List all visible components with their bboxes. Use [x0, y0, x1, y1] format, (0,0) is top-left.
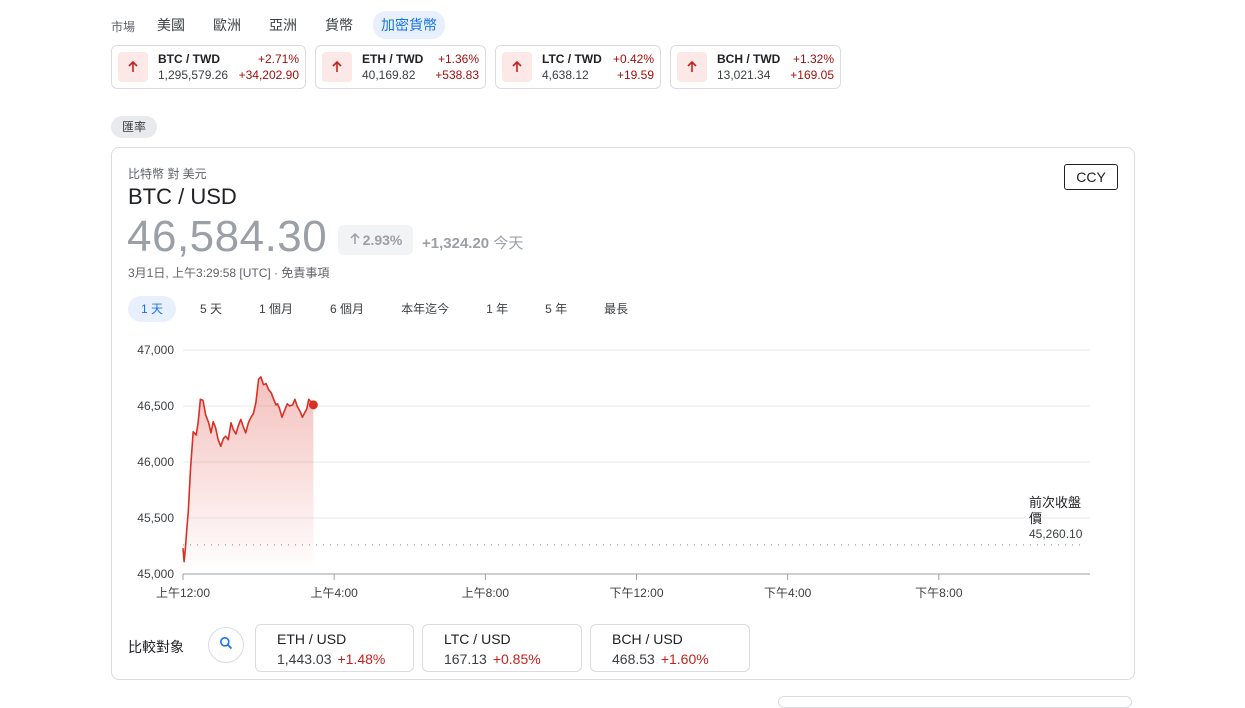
- ticker-price: 40,169.82: [362, 68, 416, 82]
- y-tick-label: 46,000: [137, 455, 174, 469]
- ticker-symbol: BTC / TWD: [158, 52, 220, 66]
- tab-crypto[interactable]: 加密貨幣: [373, 11, 446, 39]
- range-tab-5y[interactable]: 5 年: [532, 296, 580, 322]
- tab-currencies[interactable]: 貨幣: [317, 11, 361, 39]
- pair-subtitle: 比特幣 對 美元: [128, 167, 207, 181]
- absolute-change: +1,324.20 今天: [422, 232, 523, 253]
- compare-percent: +1.48%: [337, 651, 386, 667]
- next-card-edge: [778, 696, 1132, 708]
- compare-percent: +1.60%: [660, 651, 709, 667]
- ticker-percent: +2.71%: [257, 52, 299, 66]
- ticker-price: 4,638.12: [542, 68, 589, 82]
- compare-price: 468.53: [612, 651, 655, 667]
- quote-card: 比特幣 對 美元 BTC / USD CCY 46,584.30 2.93% +…: [111, 147, 1135, 680]
- compare-label: 比較對象: [128, 639, 184, 655]
- tab-asia[interactable]: 亞洲: [261, 11, 305, 39]
- compare-percent: +0.85%: [492, 651, 541, 667]
- compare-values: 468.53 +1.60%: [612, 648, 749, 670]
- ticker-percent: +1.32%: [792, 52, 834, 66]
- arrow-up-icon: [118, 52, 148, 82]
- ccy-button[interactable]: CCY: [1064, 164, 1118, 190]
- price-chart[interactable]: 47,000 46,500 46,000 45,500 45,000 上午12:00 上午4…: [112, 333, 1134, 603]
- change-value: +1,324.20: [422, 235, 490, 252]
- compare-card-eth-usd[interactable]: ETH / USD 1,443.03 +1.48%: [255, 624, 414, 672]
- pair-title: BTC / USD: [128, 184, 237, 209]
- range-tab-max[interactable]: 最長: [591, 296, 641, 322]
- compare-values: 1,443.03 +1.48%: [277, 648, 413, 670]
- ticker-symbol: BCH / TWD: [717, 52, 781, 66]
- tab-us[interactable]: 美國: [149, 11, 193, 39]
- ticker-change: +538.83: [435, 68, 479, 82]
- market-tabs: 市場 美國 歐洲 亞洲 貨幣 加密貨幣: [111, 11, 457, 39]
- tab-europe[interactable]: 歐洲: [205, 11, 249, 39]
- ticker-percent: +1.36%: [437, 52, 479, 66]
- ticker-percent: +0.42%: [612, 52, 654, 66]
- last-price-dot: [308, 400, 318, 410]
- y-tick-label: 45,000: [137, 567, 174, 581]
- range-tab-1d[interactable]: 1 天: [128, 296, 177, 322]
- ticker-symbol: ETH / TWD: [362, 52, 424, 66]
- ticker-card-bch-twd[interactable]: BCH / TWD 13,021.34 +1.32% +169.05: [670, 45, 841, 89]
- ticker-symbol: LTC / TWD: [542, 52, 602, 66]
- compare-symbol: BCH / USD: [612, 631, 683, 647]
- arrow-up-icon: [677, 52, 707, 82]
- current-price: 46,584.30: [127, 212, 328, 261]
- range-tab-ytd[interactable]: 本年迄今: [388, 296, 462, 322]
- x-tick-label: 下午4:00: [764, 586, 812, 600]
- search-icon: [219, 636, 233, 655]
- range-tab-6m[interactable]: 6 個月: [317, 296, 377, 322]
- ticker-card-btc-twd[interactable]: BTC / TWD 1,295,579.26 +2.71% +34,202.90: [111, 45, 306, 89]
- compare-price: 167.13: [444, 651, 487, 667]
- x-tick-label: 下午8:00: [915, 586, 963, 600]
- change-suffix: 今天: [493, 235, 524, 252]
- compare-card-ltc-usd[interactable]: LTC / USD 167.13 +0.85%: [422, 624, 582, 672]
- ticker-change: +19.59: [616, 68, 654, 82]
- markets-label: 市場: [111, 19, 136, 34]
- arrow-up-icon: [349, 232, 361, 248]
- compare-search-button[interactable]: [208, 627, 244, 663]
- exchange-rate-chip[interactable]: 匯率: [111, 116, 158, 138]
- y-tick-label: 45,500: [137, 511, 174, 525]
- compare-symbol: ETH / USD: [277, 631, 347, 647]
- range-tab-1m[interactable]: 1 個月: [246, 296, 306, 322]
- ticker-change: +34,202.90: [238, 68, 299, 82]
- y-tick-label: 47,000: [137, 343, 174, 357]
- range-tab-1y[interactable]: 1 年: [473, 296, 521, 322]
- compare-values: 167.13 +0.85%: [444, 648, 581, 670]
- range-tab-5d[interactable]: 5 天: [187, 296, 235, 322]
- compare-symbol: LTC / USD: [444, 631, 511, 647]
- ticker-price: 1,295,579.26: [158, 68, 229, 82]
- quote-timestamp: 3月1日, 上午3:29:58 [UTC] · 免責事項: [128, 266, 330, 280]
- ticker-change: +169.05: [790, 68, 834, 82]
- x-tick-label: 上午4:00: [310, 586, 358, 600]
- previous-close-label: 前次收盤價: [1029, 495, 1081, 526]
- x-tick-label: 上午8:00: [462, 586, 510, 600]
- ticker-card-eth-twd[interactable]: ETH / TWD 40,169.82 +1.36% +538.83: [315, 45, 486, 89]
- ticker-price: 13,021.34: [717, 68, 771, 82]
- arrow-up-icon: [502, 52, 532, 82]
- x-tick-label: 上午12:00: [156, 586, 210, 600]
- ticker-strip: BTC / TWD 1,295,579.26 +2.71% +34,202.90…: [111, 45, 850, 89]
- ticker-card-ltc-twd[interactable]: LTC / TWD 4,638.12 +0.42% +19.59: [495, 45, 661, 89]
- x-tick-label: 下午12:00: [609, 586, 663, 600]
- compare-price: 1,443.03: [277, 651, 332, 667]
- y-tick-label: 46,500: [137, 399, 174, 413]
- compare-card-bch-usd[interactable]: BCH / USD 468.53 +1.60%: [590, 624, 750, 672]
- previous-close-value: 45,260.10: [1029, 527, 1083, 541]
- arrow-up-icon: [322, 52, 352, 82]
- percent-change: 2.93%: [362, 232, 403, 248]
- percent-change-badge: 2.93%: [338, 225, 413, 255]
- range-tabs: 1 天 5 天 1 個月 6 個月 本年迄今 1 年 5 年 最長: [128, 296, 652, 322]
